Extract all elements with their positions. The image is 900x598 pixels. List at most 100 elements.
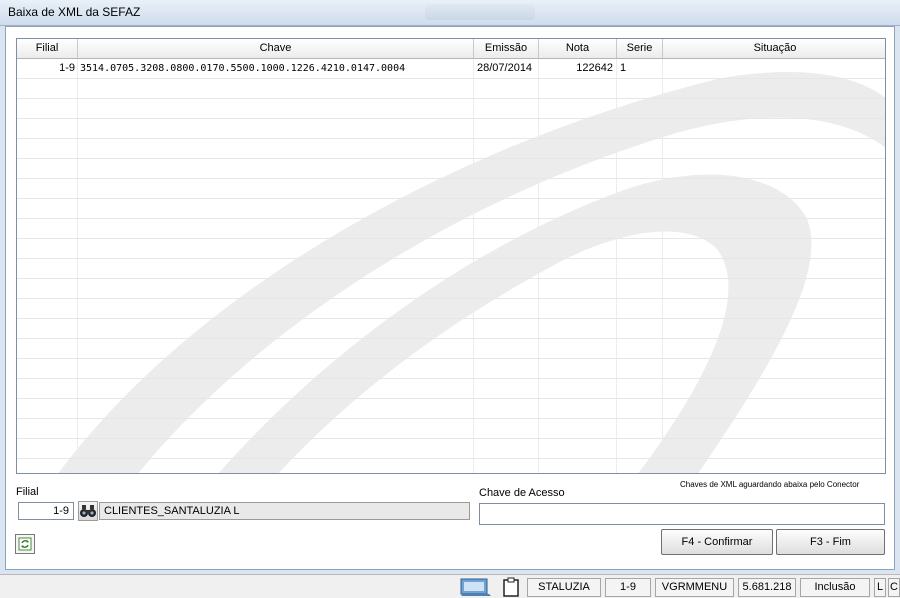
empty-cell — [78, 79, 474, 98]
empty-cell — [617, 179, 663, 198]
empty-cell — [539, 159, 617, 178]
table-row-empty[interactable] — [17, 139, 885, 159]
table-row-empty[interactable] — [17, 359, 885, 379]
empty-cell — [17, 259, 78, 278]
empty-cell — [17, 359, 78, 378]
empty-cell — [474, 219, 539, 238]
table-row-empty[interactable] — [17, 239, 885, 259]
empty-cell — [78, 139, 474, 158]
empty-cell — [617, 79, 663, 98]
empty-cell — [474, 379, 539, 398]
empty-cell — [663, 299, 885, 318]
col-header-nota[interactable]: Nota — [539, 39, 617, 58]
status-user: STALUZIA — [527, 578, 601, 597]
empty-cell — [617, 119, 663, 138]
table-row-empty[interactable] — [17, 459, 885, 473]
binoculars-icon[interactable] — [78, 501, 98, 521]
empty-cell — [17, 299, 78, 318]
empty-cell — [617, 159, 663, 178]
empty-cell — [474, 179, 539, 198]
table-row-empty[interactable] — [17, 419, 885, 439]
empty-cell — [474, 299, 539, 318]
empty-cell — [78, 199, 474, 218]
empty-cell — [539, 199, 617, 218]
empty-cell — [617, 199, 663, 218]
table-row-empty[interactable] — [17, 279, 885, 299]
status-version: 5.681.218 — [738, 578, 796, 597]
empty-cell — [78, 379, 474, 398]
table-row-empty[interactable] — [17, 339, 885, 359]
confirm-button[interactable]: F4 - Confirmar — [661, 529, 773, 555]
grid-rows: 1-9 3514.0705.3208.0800.0170.5500.1000.1… — [17, 59, 885, 473]
exit-button[interactable]: F3 - Fim — [776, 529, 885, 555]
empty-cell — [663, 319, 885, 338]
empty-cell — [539, 339, 617, 358]
empty-cell — [617, 259, 663, 278]
table-row-empty[interactable] — [17, 119, 885, 139]
empty-cell — [17, 99, 78, 118]
table-row-empty[interactable] — [17, 379, 885, 399]
empty-cell — [78, 319, 474, 338]
filial-input[interactable]: 1-9 — [18, 502, 74, 520]
empty-cell — [17, 159, 78, 178]
empty-cell — [663, 399, 885, 418]
empty-cell — [663, 179, 885, 198]
empty-cell — [539, 319, 617, 338]
title-bar: Baixa de XML da SEFAZ — [0, 0, 900, 26]
table-row-empty[interactable] — [17, 179, 885, 199]
col-header-situacao[interactable]: Situação — [663, 39, 885, 58]
col-header-emissao[interactable]: Emissão — [474, 39, 539, 58]
cell-situacao — [663, 59, 885, 78]
empty-cell — [539, 419, 617, 438]
table-row-empty[interactable] — [17, 199, 885, 219]
empty-cell — [617, 459, 663, 473]
empty-cell — [474, 119, 539, 138]
col-header-filial[interactable]: Filial — [17, 39, 78, 58]
chave-acesso-input[interactable] — [479, 503, 885, 525]
empty-cell — [17, 379, 78, 398]
empty-cell — [617, 99, 663, 118]
table-row-empty[interactable] — [17, 299, 885, 319]
table-row-empty[interactable] — [17, 439, 885, 459]
table-row-empty[interactable] — [17, 219, 885, 239]
cell-nota: 122642 — [539, 59, 617, 78]
empty-cell — [17, 339, 78, 358]
empty-cell — [663, 339, 885, 358]
empty-cell — [474, 339, 539, 358]
table-row[interactable]: 1-9 3514.0705.3208.0800.0170.5500.1000.1… — [17, 59, 885, 79]
empty-cell — [663, 199, 885, 218]
empty-cell — [78, 339, 474, 358]
xml-grid[interactable]: Filial Chave Emissão Nota Serie Situação… — [16, 38, 886, 474]
empty-cell — [78, 299, 474, 318]
empty-cell — [663, 419, 885, 438]
empty-cell — [17, 199, 78, 218]
empty-cell — [617, 399, 663, 418]
empty-cell — [17, 139, 78, 158]
network-icon — [460, 578, 491, 596]
table-row-empty[interactable] — [17, 79, 885, 99]
empty-cell — [663, 159, 885, 178]
filial-label: Filial — [16, 486, 39, 498]
empty-cell — [663, 279, 885, 298]
table-row-empty[interactable] — [17, 259, 885, 279]
empty-cell — [474, 419, 539, 438]
empty-cell — [78, 239, 474, 258]
empty-cell — [617, 299, 663, 318]
empty-cell — [474, 139, 539, 158]
empty-cell — [17, 239, 78, 258]
empty-cell — [663, 119, 885, 138]
empty-cell — [474, 239, 539, 258]
table-row-empty[interactable] — [17, 99, 885, 119]
table-row-empty[interactable] — [17, 159, 885, 179]
table-row-empty[interactable] — [17, 399, 885, 419]
empty-cell — [663, 79, 885, 98]
empty-cell — [663, 219, 885, 238]
empty-cell — [663, 99, 885, 118]
table-row-empty[interactable] — [17, 319, 885, 339]
col-header-serie[interactable]: Serie — [617, 39, 663, 58]
empty-cell — [78, 159, 474, 178]
cell-chave: 3514.0705.3208.0800.0170.5500.1000.1226.… — [78, 59, 474, 78]
empty-cell — [617, 279, 663, 298]
col-header-chave[interactable]: Chave — [78, 39, 474, 58]
refresh-icon[interactable] — [15, 534, 35, 554]
